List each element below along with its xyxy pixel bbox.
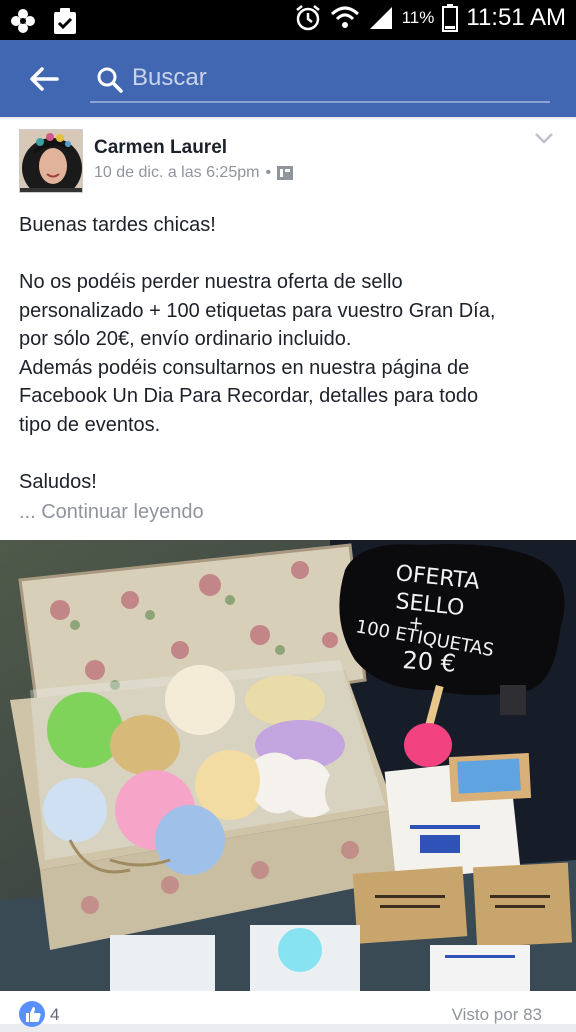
post-photo[interactable]: OFERTA SELLO + 100 ETIQUETAS 20 € [0, 540, 576, 991]
clock: 11:51 AM [466, 4, 566, 31]
photo-illustration: OFERTA SELLO + 100 ETIQUETAS 20 € [0, 540, 576, 991]
continue-reading-link[interactable]: ... Continuar leyendo [19, 501, 204, 524]
avatar[interactable] [19, 129, 83, 193]
post-footer: 4 Visto por 83 [0, 991, 576, 1027]
avatar-image [20, 130, 82, 192]
signal-icon [369, 7, 392, 29]
battery-percent: 11% [401, 8, 435, 27]
post-line: No os podéis perder nuestra oferta de se… [19, 271, 403, 293]
post-line: Saludos! [19, 470, 97, 493]
chevron-down-icon[interactable] [534, 131, 554, 145]
post-card: Carmen Laurel 10 de dic. a las 6:25pm • … [0, 119, 576, 1027]
seen-by-count[interactable]: Visto por 83 [452, 1005, 542, 1025]
post-line: tipo de eventos. [19, 413, 161, 436]
clipboard-check-notification-icon [54, 8, 76, 34]
battery-icon [442, 4, 459, 32]
top-app-bar [0, 40, 576, 117]
post-meta: 10 de dic. a las 6:25pm • [94, 164, 294, 182]
post-timestamp[interactable]: 10 de dic. a las 6:25pm [94, 164, 259, 182]
post-line: personalizado + 100 etiquetas para vuest… [19, 299, 496, 322]
author-name[interactable]: Carmen Laurel [94, 137, 227, 159]
post-line: por sólo 20€, envío ordinario incluido. [19, 328, 352, 350]
post-line: Además podéis consultarnos en nuestra pá… [19, 356, 470, 379]
flower-notification-icon [11, 9, 35, 33]
wifi-icon [330, 6, 359, 28]
post-line [19, 240, 559, 269]
search-icon [97, 67, 123, 93]
post-line [19, 439, 559, 468]
alarm-icon [295, 5, 320, 31]
thumbs-up-icon [26, 1007, 41, 1022]
post-line: Facebook Un Dia Para Recordar, detalles … [19, 385, 479, 407]
status-bar: 11% 11:51 AM [0, 0, 576, 40]
like-count[interactable]: 4 [50, 1005, 59, 1025]
search-input[interactable] [132, 60, 532, 96]
like-reaction-icon[interactable] [19, 1001, 45, 1027]
meta-separator: • [265, 164, 272, 181]
post-body: Buenas tardes chicas! No os podéis perde… [19, 211, 559, 496]
post-line: Buenas tardes chicas! [19, 214, 216, 236]
sign-line: 20 € [402, 646, 457, 678]
search-bar[interactable] [90, 56, 550, 103]
back-arrow-icon [30, 67, 59, 91]
privacy-group-icon [277, 166, 294, 180]
back-button[interactable] [26, 62, 62, 96]
